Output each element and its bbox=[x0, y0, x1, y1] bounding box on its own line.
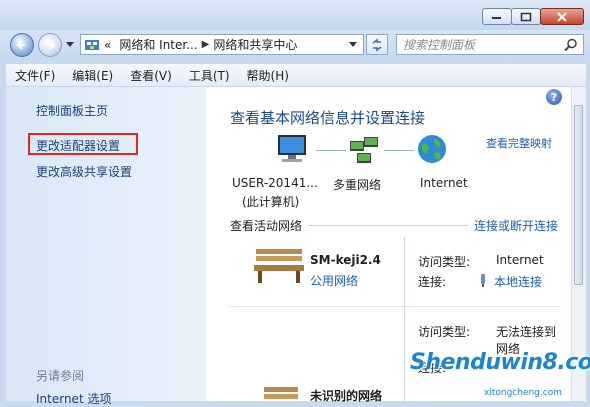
see-also-heading: 另请参阅 bbox=[36, 369, 85, 383]
network1-name: SM-keji2.4 bbox=[310, 253, 381, 267]
multiple-networks-icon bbox=[350, 137, 378, 163]
window-controls bbox=[482, 8, 584, 25]
access-type-label: 访问类型: bbox=[418, 255, 471, 269]
search-input[interactable]: 搜索控制面板 bbox=[396, 34, 584, 55]
bench-icon-2 bbox=[264, 387, 298, 399]
maximize-button[interactable] bbox=[511, 8, 541, 25]
map-connector bbox=[316, 150, 346, 151]
navigation-bar: « 网络和 Inter... ▶ 网络和共享中心 搜索控制面板 bbox=[0, 30, 590, 60]
network-folder-icon bbox=[85, 39, 99, 50]
internet-options-link[interactable]: Internet 选项 bbox=[36, 390, 111, 407]
globe-icon bbox=[418, 135, 446, 163]
address-dropdown-icon[interactable] bbox=[349, 42, 357, 48]
breadcrumb-overflow[interactable]: « bbox=[100, 38, 115, 52]
menu-tools[interactable]: 工具(T) bbox=[180, 67, 238, 84]
this-computer-label: (此计算机) bbox=[242, 195, 300, 209]
forward-button[interactable] bbox=[38, 33, 62, 57]
menu-file[interactable]: 文件(F) bbox=[6, 67, 63, 84]
network2-name: 未识别的网络 bbox=[310, 389, 383, 403]
back-button[interactable] bbox=[10, 33, 34, 57]
watermark: Shenduwin8.com bbox=[410, 350, 590, 375]
view-full-map-link[interactable]: 查看完整映射 bbox=[486, 135, 552, 151]
task-pane: 控制面板主页 更改适配器设置 更改高级共享设置 另请参阅 Internet 选项 bbox=[6, 87, 206, 406]
breadcrumb-sharing-center[interactable]: 网络和共享中心 bbox=[209, 36, 301, 53]
breadcrumb-network-internet[interactable]: 网络和 Inter... bbox=[115, 36, 201, 53]
active-networks-title: 查看活动网络 bbox=[230, 219, 303, 233]
forward-arrow-icon bbox=[47, 40, 56, 50]
connect-disconnect-link[interactable]: 连接或断开连接 bbox=[474, 217, 558, 234]
maximize-icon bbox=[520, 12, 532, 21]
minimize-button[interactable] bbox=[482, 8, 512, 25]
wireless-adapter-icon bbox=[481, 274, 485, 287]
menu-edit[interactable]: 编辑(E) bbox=[63, 67, 121, 84]
watermark-subtitle: xitongcheng.com bbox=[484, 388, 562, 398]
access-type-label-2: 访问类型: bbox=[418, 325, 471, 339]
menu-help[interactable]: 帮助(H) bbox=[238, 67, 297, 84]
close-icon bbox=[557, 11, 567, 22]
change-adapter-settings-link[interactable]: 更改适配器设置 bbox=[36, 137, 120, 154]
computer-name: USER-20141... bbox=[232, 176, 318, 190]
close-button[interactable] bbox=[540, 8, 584, 25]
search-icon[interactable] bbox=[564, 38, 578, 52]
minimize-icon bbox=[492, 16, 501, 19]
address-bar[interactable]: « 网络和 Inter... ▶ 网络和共享中心 bbox=[80, 34, 364, 55]
refresh-button[interactable] bbox=[366, 34, 388, 55]
section-divider bbox=[308, 225, 468, 226]
breadcrumb-separator-icon[interactable]: ▶ bbox=[202, 39, 210, 50]
access-type-value-2: 无法连接到 bbox=[496, 325, 557, 339]
search-placeholder: 搜索控制面板 bbox=[403, 38, 476, 52]
history-dropdown-icon[interactable] bbox=[66, 42, 74, 48]
column-divider bbox=[404, 237, 405, 401]
map-connector bbox=[384, 150, 414, 151]
internet-label: Internet bbox=[420, 176, 468, 190]
title-bar bbox=[0, 0, 590, 30]
back-arrow-icon bbox=[16, 40, 25, 50]
network1-type-link[interactable]: 公用网络 bbox=[310, 272, 358, 289]
access-type-value: Internet bbox=[496, 253, 544, 267]
menu-bar: 文件(F) 编辑(E) 查看(V) 工具(T) 帮助(H) bbox=[6, 64, 586, 87]
scrollbar-thumb[interactable] bbox=[574, 105, 583, 285]
local-connection-link[interactable]: 本地连接 bbox=[494, 273, 542, 290]
change-advanced-sharing-link[interactable]: 更改高级共享设置 bbox=[36, 163, 132, 180]
page-title: 查看基本网络信息并设置连接 bbox=[230, 109, 426, 127]
menu-view[interactable]: 查看(V) bbox=[121, 67, 180, 84]
connection-label: 连接: bbox=[418, 275, 447, 289]
multiple-networks-label: 多重网络 bbox=[333, 178, 382, 192]
help-icon[interactable]: ? bbox=[546, 89, 562, 105]
network-divider bbox=[230, 306, 560, 307]
computer-icon bbox=[278, 135, 306, 162]
bench-icon bbox=[254, 249, 304, 283]
control-panel-home-link[interactable]: 控制面板主页 bbox=[36, 102, 108, 119]
refresh-icon bbox=[372, 37, 382, 52]
